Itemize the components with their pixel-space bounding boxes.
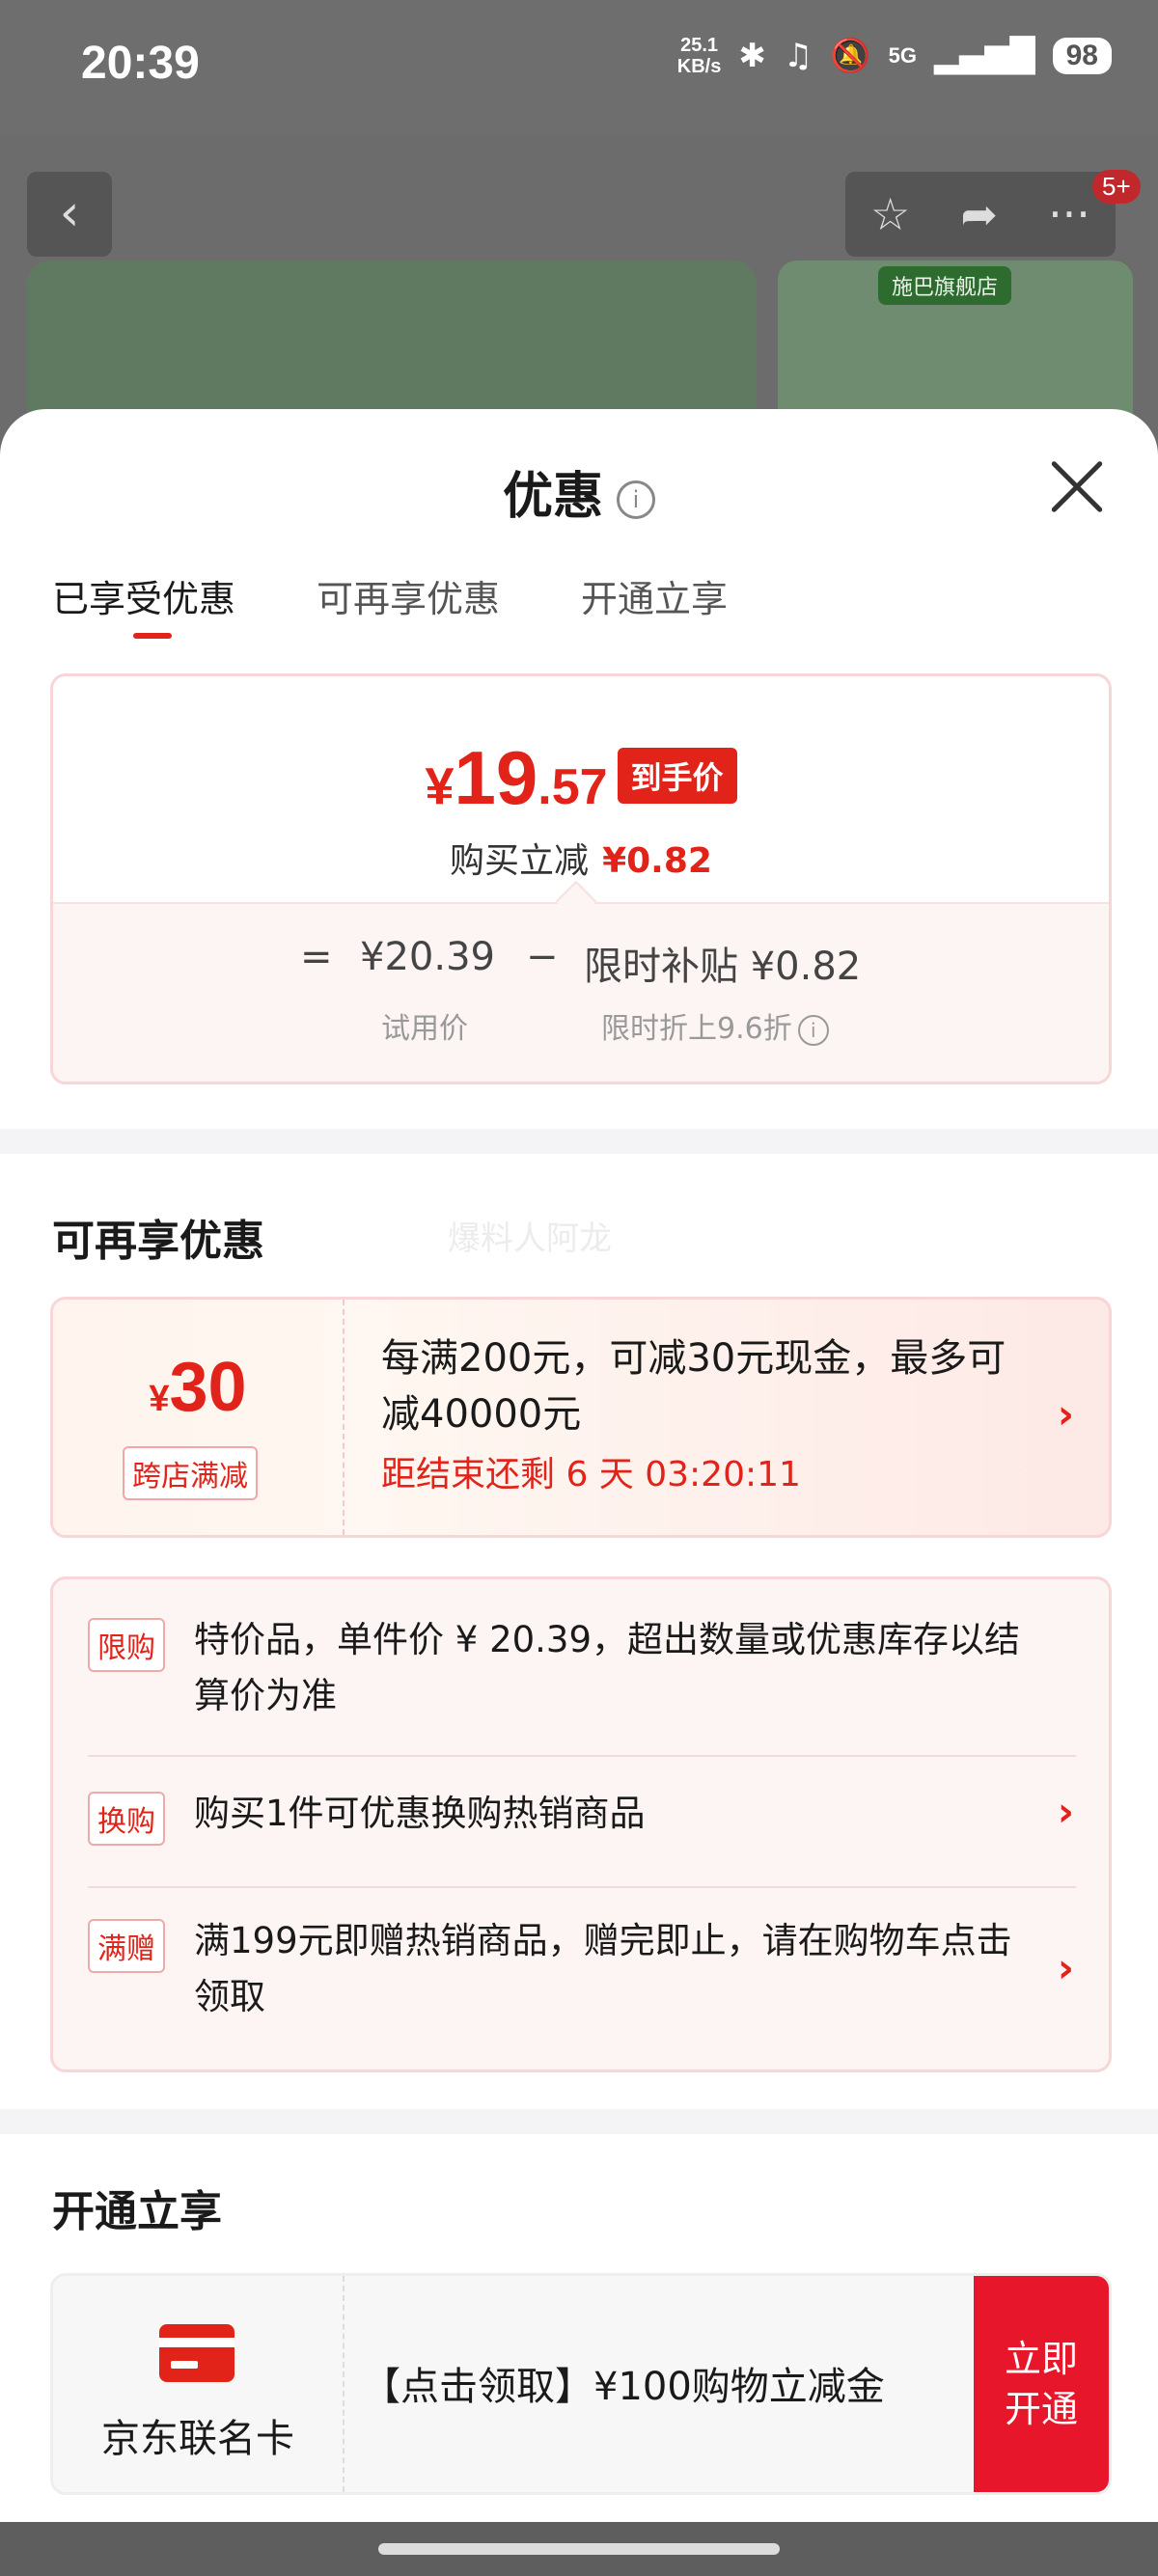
discount-label[interactable]: 限时折上9.6折 i [601,1004,829,1047]
open-now-button[interactable]: 立即 开通 [974,2276,1109,2492]
promo-tag: 限购 [88,1618,165,1672]
open-now-title: 开通立享 [52,2187,222,2236]
home-indicator [0,2522,1158,2576]
tab-underline [133,633,172,639]
tab-more-offers[interactable]: 可再享优惠 [317,569,500,622]
mute-icon: 🔕 [830,37,871,75]
price-tag: 到手价 [617,748,737,804]
card-name: 京东联名卡 [101,2417,294,2461]
info-icon[interactable]: i [797,1014,829,1046]
status-icons: 25.1 KB/s ✱ ♫ 🔕 5G ▂▄▆█ 98 [677,35,1112,77]
chevron-right-icon[interactable]: › [1058,1390,1074,1438]
background-page: ‹ ☆ ➦ ··· 5+ 施巴旗舰店 [0,135,1158,453]
price-formula: = ¥20.39 − 限时补贴 ¥0.82 试用价 限时折上9.6折 i [53,902,1109,1082]
status-time: 20:39 [81,38,200,89]
offers-sheet: 优惠 i 已享受优惠 可再享优惠 开通立享 ¥19.57 到手价 购买立减 ¥0.82… [0,409,1158,2522]
subsidy-value: 限时补贴 ¥0.82 [584,945,862,989]
earbuds-icon: ♫ [783,37,813,75]
bluetooth-icon: ✱ [738,37,766,75]
battery-icon: 98 [1052,38,1112,74]
tab-enjoyed[interactable]: 已享受优惠 [52,569,235,622]
promo-text: 特价品，单件价 ¥ 20.39，超出数量或优惠库存以结算价为准 [194,1619,1020,1716]
promotion-list: 限购 特价品，单件价 ¥ 20.39，超出数量或优惠库存以结算价为准 换购 购买… [50,1576,1112,2072]
trial-price-label: 试用价 [381,1012,468,1046]
co-brand-card[interactable]: 京东联名卡 【点击领取】¥100购物立减金 立即 开通 [50,2273,1112,2495]
status-bar: 20:39 25.1 KB/s ✱ ♫ 🔕 5G ▂▄▆█ 98 [0,0,1158,135]
sheet-header: 优惠 i [0,409,1158,565]
divider [88,1755,1076,1757]
net-speed: 25.1 KB/s [676,35,722,77]
share-icon[interactable]: ➦ [960,188,998,240]
more-offers-title: 可再享优惠 [52,1217,264,1266]
star-icon[interactable]: ☆ [870,188,910,240]
signal-icon: ▂▄▆█ [934,37,1035,75]
network-type: 5G [888,43,918,68]
saving-line: 购买立减 ¥0.82 [450,841,712,881]
coupon-amount: ¥30 [149,1349,247,1426]
promo-tag: 换购 [88,1792,165,1846]
section-divider [0,1129,1158,1154]
top-actions: ☆ ➦ ··· [845,172,1116,257]
section-divider [0,2109,1158,2134]
notification-badge: 5+ [1092,170,1141,204]
tab-bar: 已享受优惠 可再享优惠 开通立享 [52,569,728,622]
back-icon[interactable]: ‹ [27,172,112,257]
shop-tag: 施巴旗舰店 [878,266,1012,305]
promo-text: 购买1件可优惠换购热销商品 [194,1793,646,1834]
coupon-countdown: 距结束还剩 6 天 03:20:11 [381,1455,801,1494]
coupon-type-label: 跨店满减 [123,1446,258,1500]
divider [88,1886,1076,1888]
final-price: ¥19.57 到手价 [53,734,1109,822]
more-icon[interactable]: ··· [1048,188,1090,240]
close-icon[interactable] [1048,457,1106,515]
coupon-left: ¥30 跨店满减 [53,1300,345,1535]
coupon-card[interactable]: ¥30 跨店满减 每满200元，可减30元现金，最多可减40000元 距结束还剩… [50,1297,1112,1538]
info-icon[interactable]: i [617,480,655,519]
card-left: 京东联名卡 [53,2276,345,2492]
promo-tag: 满赠 [88,1919,165,1973]
chevron-right-icon[interactable]: › [1058,1944,1074,1991]
chevron-right-icon[interactable]: › [1058,1788,1074,1835]
home-pill[interactable] [378,2543,780,2555]
tab-open-now[interactable]: 开通立享 [581,569,728,622]
equals-sign: = [300,935,333,979]
minus-sign: − [526,935,559,979]
credit-card-icon [159,2324,234,2382]
promo-text: 满199元即赠热销商品，赠完即止，请在购物车点击领取 [194,1920,1012,2017]
card-description: 【点击领取】¥100购物立减金 [362,2365,885,2409]
coupon-description: 每满200元，可减30元现金，最多可减40000元 [381,1336,1006,1437]
price-card: ¥19.57 到手价 购买立减 ¥0.82 = ¥20.39 − 限时补贴 ¥0.8… [50,673,1112,1084]
trial-price: ¥20.39 [360,935,495,979]
watermark: 爆料人阿龙 [448,1219,612,1258]
sheet-title: 优惠 i [0,455,1158,528]
